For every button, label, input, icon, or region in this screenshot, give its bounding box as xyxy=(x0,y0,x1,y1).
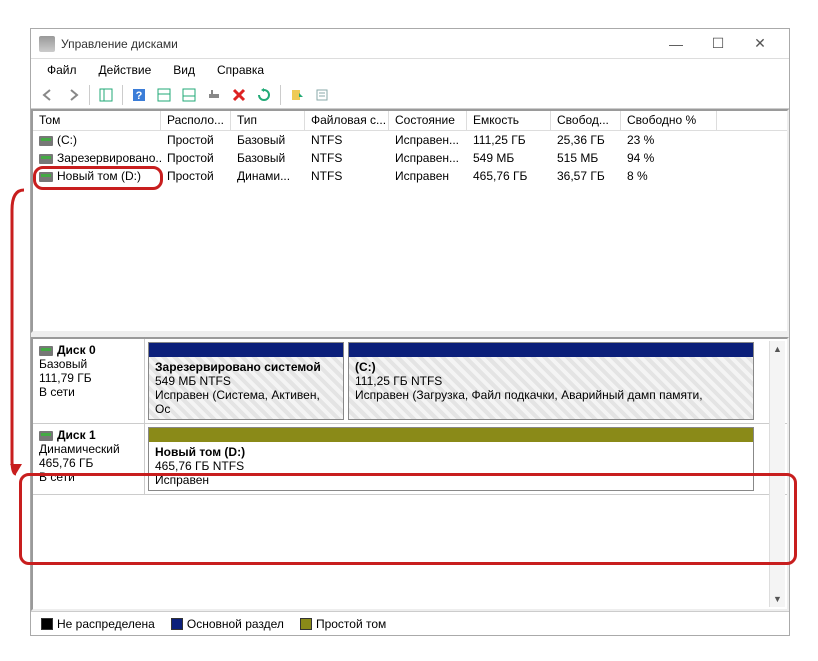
col-free[interactable]: Свобод... xyxy=(551,111,621,130)
properties-icon[interactable] xyxy=(311,84,333,106)
legend: Не распределена Основной раздел Простой … xyxy=(31,611,789,635)
action-icon[interactable] xyxy=(286,84,308,106)
volume-icon xyxy=(39,172,53,182)
scroll-down-icon[interactable]: ▼ xyxy=(770,591,785,607)
disk-row[interactable]: Диск 0 Базовый 111,79 ГБ В сети Зарезерв… xyxy=(33,339,787,424)
partition[interactable]: Зарезервировано системой 549 МБ NTFS Исп… xyxy=(148,342,344,420)
delete-icon[interactable] xyxy=(228,84,250,106)
partitions: Зарезервировано системой 549 МБ NTFS Исп… xyxy=(145,339,787,423)
svg-text:?: ? xyxy=(136,90,143,102)
volume-row[interactable]: Зарезервировано... Простой Базовый NTFS … xyxy=(33,149,787,167)
legend-unallocated: Не распределена xyxy=(41,617,155,631)
col-status[interactable]: Состояние xyxy=(389,111,467,130)
show-hide-tree-button[interactable] xyxy=(95,84,117,106)
partition-header-bar xyxy=(149,428,753,442)
menu-file[interactable]: Файл xyxy=(37,61,87,79)
volume-list-body[interactable]: (C:) Простой Базовый NTFS Исправен... 11… xyxy=(33,131,787,331)
menu-help[interactable]: Справка xyxy=(207,61,274,79)
volume-list-header: Том Располо... Тип Файловая с... Состоян… xyxy=(33,111,787,131)
app-icon xyxy=(39,36,55,52)
col-volume[interactable]: Том xyxy=(33,111,161,130)
titlebar: Управление дисками — ☐ ✕ xyxy=(31,29,789,59)
forward-button[interactable] xyxy=(62,84,84,106)
partition[interactable]: (C:) 111,25 ГБ NTFS Исправен (Загрузка, … xyxy=(348,342,754,420)
refresh-icon[interactable] xyxy=(253,84,275,106)
menubar: Файл Действие Вид Справка xyxy=(31,59,789,81)
minimize-button[interactable]: — xyxy=(655,30,697,58)
vol-name: (C:) xyxy=(57,133,77,147)
disk-info: Диск 1 Динамический 465,76 ГБ В сети xyxy=(33,424,145,494)
help-icon[interactable]: ? xyxy=(128,84,150,106)
scroll-up-icon[interactable]: ▲ xyxy=(770,341,785,357)
disk-icon xyxy=(39,431,53,441)
view-top-button[interactable] xyxy=(153,84,175,106)
col-freepct[interactable]: Свободно % xyxy=(621,111,717,130)
menu-view[interactable]: Вид xyxy=(163,61,205,79)
volume-row[interactable]: Новый том (D:) Простой Динами... NTFS Ис… xyxy=(33,167,787,185)
menu-action[interactable]: Действие xyxy=(89,61,162,79)
disk-graphical-view: Диск 0 Базовый 111,79 ГБ В сети Зарезерв… xyxy=(31,337,789,611)
vol-name: Новый том (D:) xyxy=(57,169,141,183)
col-layout[interactable]: Располо... xyxy=(161,111,231,130)
col-capacity[interactable]: Емкость xyxy=(467,111,551,130)
partition-header-bar xyxy=(149,343,343,357)
volume-list: Том Располо... Тип Файловая с... Состоян… xyxy=(31,109,789,333)
partition[interactable]: Новый том (D:) 465,76 ГБ NTFS Исправен xyxy=(148,427,754,491)
settings-icon[interactable] xyxy=(203,84,225,106)
scrollbar[interactable]: ▲ ▼ xyxy=(769,341,785,607)
legend-primary: Основной раздел xyxy=(171,617,284,631)
volume-icon xyxy=(39,154,53,164)
maximize-button[interactable]: ☐ xyxy=(697,30,739,58)
col-fs[interactable]: Файловая с... xyxy=(305,111,389,130)
disk-info: Диск 0 Базовый 111,79 ГБ В сети xyxy=(33,339,145,423)
back-button[interactable] xyxy=(37,84,59,106)
legend-simple: Простой том xyxy=(300,617,386,631)
disk-management-window: Управление дисками — ☐ ✕ Файл Действие В… xyxy=(30,28,790,636)
disk-row[interactable]: Диск 1 Динамический 465,76 ГБ В сети Нов… xyxy=(33,424,787,495)
volume-icon xyxy=(39,136,53,146)
col-type[interactable]: Тип xyxy=(231,111,305,130)
partitions: Новый том (D:) 465,76 ГБ NTFS Исправен xyxy=(145,424,787,494)
volume-row[interactable]: (C:) Простой Базовый NTFS Исправен... 11… xyxy=(33,131,787,149)
view-bottom-button[interactable] xyxy=(178,84,200,106)
close-button[interactable]: ✕ xyxy=(739,30,781,58)
window-title: Управление дисками xyxy=(61,37,655,51)
disk-icon xyxy=(39,346,53,356)
partition-header-bar xyxy=(349,343,753,357)
toolbar: ? xyxy=(31,81,789,109)
vol-name: Зарезервировано... xyxy=(57,151,161,165)
